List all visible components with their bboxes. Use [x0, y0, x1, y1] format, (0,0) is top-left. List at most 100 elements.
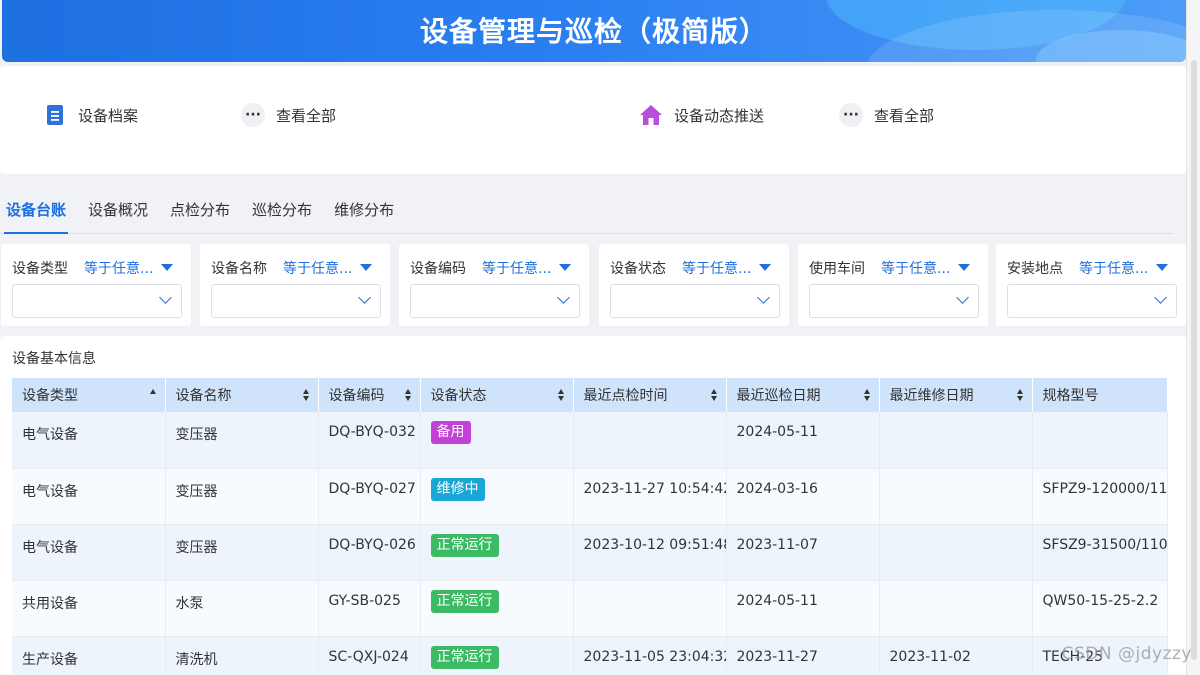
quick-link-label: 查看全部 — [276, 106, 337, 125]
document-icon — [42, 102, 68, 128]
table-cell — [879, 524, 1033, 581]
caret-down-icon[interactable] — [759, 264, 771, 271]
caret-down-icon[interactable] — [958, 264, 970, 271]
table-cell — [879, 468, 1033, 525]
quick-link-view-all[interactable]: ··· 查看全部 — [838, 102, 934, 128]
chevron-down-icon — [1154, 291, 1167, 304]
tab-equipment-ledger[interactable]: 设备台账 — [4, 190, 69, 234]
column-header-label: 最近点检时间 — [583, 388, 668, 404]
sort-icon[interactable] — [557, 389, 565, 401]
table-cell: 2024-05-11 — [726, 580, 880, 637]
column-header-label: 设备名称 — [175, 388, 232, 404]
table-header-row: 设备类型 设备名称 设备编码 设备状态 最近点检时间 最近巡检日期 最近维修日期… — [12, 378, 1168, 412]
column-header-label: 设备状态 — [430, 388, 487, 404]
status-badge: 正常运行 — [430, 589, 499, 613]
table-cell: DQ-BYQ-027 — [318, 468, 421, 525]
caret-down-icon[interactable] — [1156, 264, 1168, 271]
table-cell: 2023-11-07 — [726, 524, 880, 581]
scrollbar-thumb[interactable] — [1191, 60, 1197, 660]
column-header-label: 规格型号 — [1042, 388, 1099, 404]
chevron-down-icon — [557, 291, 570, 304]
quick-link-label: 设备动态推送 — [674, 106, 765, 125]
table-row[interactable]: 共用设备 水泵 GY-SB-025 正常运行 2024-05-11 QW50-1… — [12, 580, 1168, 637]
tab-spot-check-distribution[interactable]: 点检分布 — [168, 190, 232, 234]
quick-links-panel: 设备档案 ··· 查看全部 设备动态推送 ··· 查看全部 — [0, 66, 1186, 174]
filter-select[interactable] — [410, 284, 580, 318]
status-badge: 备用 — [430, 421, 471, 444]
table-cell: 2023-11-02 — [879, 636, 1033, 675]
caret-down-icon[interactable] — [161, 264, 173, 271]
table-cell: 电气设备 — [12, 412, 166, 469]
table-cell: 2024-05-11 — [726, 412, 880, 469]
column-header[interactable]: 最近巡检日期 — [726, 378, 880, 412]
status-badge: 正常运行 — [430, 645, 499, 669]
filter-equipment-name: 设备名称 等于任意... — [200, 244, 390, 326]
table-cell — [1032, 412, 1168, 469]
filter-workshop: 使用车间 等于任意... — [798, 244, 988, 326]
table-cell: 变压器 — [165, 524, 319, 581]
filter-label: 设备状态 — [610, 261, 666, 277]
quick-link-equipment-push[interactable]: 设备动态推送 — [638, 102, 764, 128]
filter-operator[interactable]: 等于任意... — [1079, 258, 1148, 278]
table-cell — [879, 580, 1033, 637]
table-cell: SFSZ9-31500/110 — [1032, 524, 1168, 581]
table-cell: 2023-11-05 23:04:32 — [573, 636, 727, 675]
table-cell: 2023-11-27 10:54:42 — [573, 468, 727, 525]
status-cell: 正常运行 — [420, 580, 574, 637]
column-header[interactable]: 最近点检时间 — [573, 378, 727, 412]
quick-link-view-all[interactable]: ··· 查看全部 — [240, 102, 336, 128]
tab-repair-distribution[interactable]: 维修分布 — [332, 190, 396, 234]
tab-patrol-distribution[interactable]: 巡检分布 — [250, 190, 314, 234]
sort-icon[interactable] — [404, 389, 412, 401]
page-title: 设备管理与巡检（极简版） — [419, 15, 768, 48]
caret-down-icon[interactable] — [559, 264, 571, 271]
more-dots-icon: ··· — [838, 102, 864, 128]
table-cell: 2023-10-12 09:51:48 — [573, 524, 727, 581]
filter-label: 安装地点 — [1007, 261, 1063, 277]
column-header-label: 设备类型 — [22, 388, 78, 404]
tab-equipment-overview[interactable]: 设备概况 — [86, 190, 150, 234]
quick-link-equipment-archive[interactable]: 设备档案 — [42, 102, 138, 128]
column-header[interactable]: 设备名称 — [165, 378, 319, 412]
column-header-label: 最近维修日期 — [889, 388, 974, 404]
filter-select[interactable] — [809, 284, 979, 318]
filter-operator[interactable]: 等于任意... — [881, 258, 950, 278]
status-cell: 备用 — [420, 412, 574, 469]
sort-icon[interactable] — [863, 389, 871, 401]
table-cell: 电气设备 — [12, 468, 166, 525]
column-header[interactable]: 规格型号 — [1032, 378, 1168, 412]
filter-operator[interactable]: 等于任意... — [682, 258, 751, 278]
caret-down-icon[interactable] — [360, 264, 372, 271]
sort-icon[interactable] — [1016, 389, 1024, 401]
chevron-down-icon — [956, 291, 969, 304]
watermark: CSDN @jdyzzy — [1061, 644, 1192, 664]
filter-select[interactable] — [1007, 284, 1177, 318]
table-cell: 变压器 — [165, 468, 319, 525]
column-header[interactable]: 设备状态 — [420, 378, 574, 412]
table-cell: SC-QXJ-024 — [318, 636, 421, 675]
sort-asc-icon[interactable] — [149, 389, 157, 401]
table-row[interactable]: 生产设备 清洗机 SC-QXJ-024 正常运行 2023-11-05 23:0… — [12, 636, 1168, 675]
table-row[interactable]: 电气设备 变压器 DQ-BYQ-027 维修中 2023-11-27 10:54… — [12, 468, 1168, 525]
table-row[interactable]: 电气设备 变压器 DQ-BYQ-032 备用 2024-05-11 — [12, 412, 1168, 469]
vertical-scrollbar[interactable] — [1186, 0, 1200, 675]
filter-select[interactable] — [12, 284, 182, 318]
filter-select[interactable] — [610, 284, 780, 318]
equipment-table-card: 设备基本信息 设备类型 设备名称 设备编码 设备状态 最近点检时间 最近巡检日期… — [0, 336, 1186, 675]
filter-operator[interactable]: 等于任意... — [283, 258, 352, 278]
filter-operator[interactable]: 等于任意... — [84, 258, 153, 278]
column-header[interactable]: 设备编码 — [318, 378, 421, 412]
filter-label: 设备编码 — [410, 261, 466, 277]
column-header-label: 设备编码 — [328, 388, 385, 404]
column-header[interactable]: 最近维修日期 — [879, 378, 1033, 412]
sort-icon[interactable] — [302, 389, 310, 401]
table-row[interactable]: 电气设备 变压器 DQ-BYQ-026 正常运行 2023-10-12 09:5… — [12, 524, 1168, 581]
sort-icon[interactable] — [710, 389, 718, 401]
filter-label: 设备名称 — [211, 261, 267, 277]
column-header-label: 最近巡检日期 — [736, 388, 821, 404]
equipment-table: 设备类型 设备名称 设备编码 设备状态 最近点检时间 最近巡检日期 最近维修日期… — [12, 378, 1168, 675]
filter-select[interactable] — [211, 284, 381, 318]
filter-operator[interactable]: 等于任意... — [482, 258, 551, 278]
column-header[interactable]: 设备类型 — [12, 378, 166, 412]
table-cell: 生产设备 — [12, 636, 166, 675]
